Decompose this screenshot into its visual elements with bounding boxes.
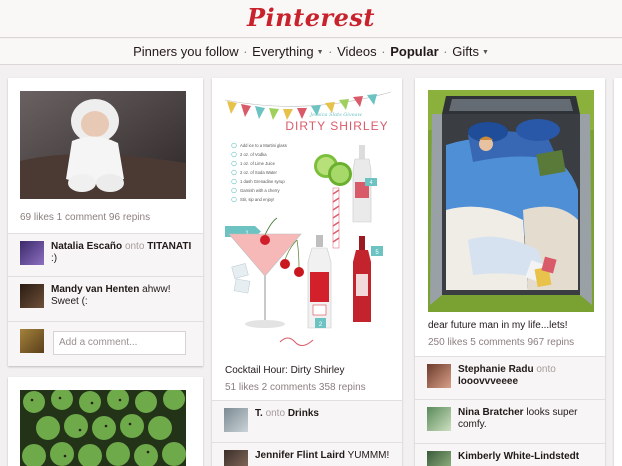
pin-stats: 51 likes 2 comments 358 repins [225,382,366,393]
onto-label: onto [124,241,145,252]
comment-user[interactable]: Kimberly White-Lindstedt [458,451,579,462]
comment-row: Stephanie Radu onto looovvveeee [415,356,605,399]
comment-text: T. onto Drinks [255,408,396,420]
comment-text: Nina Bratcher looks super comfy. [458,407,599,431]
comment-user[interactable]: Nina Bratcher [458,407,524,418]
truck-bed-photo [428,90,594,312]
pin-image-baby[interactable] [20,91,186,199]
avatar[interactable] [20,241,44,265]
pin-image-truck[interactable] [428,90,594,312]
nav-everything[interactable]: Everything ▼ [252,39,323,65]
baby-photo [20,91,186,199]
comment-row: Natalia Escaño onto TITANATI :) [8,233,203,276]
avatar[interactable] [427,451,451,466]
nav-separator: · [243,44,248,59]
comment-text: Mandy van Henten ahww! Sweet (: [51,284,197,308]
comment-user[interactable]: Mandy van Henten [51,284,139,295]
step-number: 4 [370,180,373,186]
comment-user[interactable]: T. [255,408,263,419]
pin-caption: Cocktail Hour: Dirty Shirley [225,365,345,376]
comment-text: Stephanie Radu onto looovvveeee [458,364,599,388]
onto-label: onto [536,364,556,375]
comment-text: Jennifer Flint Laird YUMMM! [255,450,396,462]
nav-videos[interactable]: Videos [337,39,377,64]
pin-image-cupcakes[interactable] [20,390,186,466]
add-comment-input[interactable]: Add a comment... [53,331,186,355]
nav-gifts[interactable]: Gifts ▼ [452,39,489,65]
nav-gifts-label: Gifts [452,44,479,59]
cocktail-recipe-graphic: Jessica Slats Giveaw DIRTY SHIRLEY Add i… [225,91,391,346]
recipe-title: DIRTY SHIRLEY [285,119,388,133]
nav-separator: · [443,44,448,59]
avatar[interactable] [224,450,248,466]
pin-card-truck: dear future man in my life...lets! 250 l… [415,78,605,466]
cupcakes-photo [20,390,186,466]
recipe-subtitle: Jessica Slats Giveaw [309,112,363,118]
comment-body: YUMMM! [347,450,390,461]
comment-board[interactable]: TITANATI [147,241,191,252]
top-header: Pinterest [0,0,622,38]
ingredient: 2 oz. of Soda Water [240,170,277,175]
nav-popular[interactable]: Popular [390,39,438,64]
ingredient: Add ice to a Martini glass [240,143,287,148]
nav-pinners-you-follow[interactable]: Pinners you follow [133,39,239,64]
pin-caption: dear future man in my life...lets! [428,320,568,331]
comment-row: Mandy van Henten ahww! Sweet (: [8,276,203,321]
ingredient: 1 oz. of Lime Juice [240,161,276,166]
comment-text: Kimberly White-Lindstedt [458,451,599,463]
comment-user[interactable]: Stephanie Radu [458,364,534,375]
pin-card-cupcakes [8,377,203,466]
nav-separator: · [381,44,386,59]
pin-image-cocktail[interactable]: Jessica Slats Giveaw DIRTY SHIRLEY Add i… [225,90,391,358]
chevron-down-icon: ▼ [481,49,489,56]
pin-card-partial [614,78,622,466]
ingredient: 2 oz. of Vodka [240,152,267,157]
category-nav: Pinners you follow · Everything ▼ · Video… [0,39,622,65]
pinterest-logo[interactable]: Pinterest [0,3,622,32]
comment-body: :) [51,253,58,264]
comment-user[interactable]: Jennifer Flint Laird [255,450,345,461]
avatar[interactable] [224,408,248,432]
ingredient: Garnish with a cherry [240,188,280,193]
comment-board[interactable]: Drinks [288,408,319,419]
ingredient: Stir, sip and enjoy! [240,197,274,202]
comment-user[interactable]: Natalia Escaño [51,241,122,252]
pin-stats: 69 likes 1 comment 96 repins [20,212,151,223]
nav-separator: · [328,44,333,59]
comment-text: Natalia Escaño onto TITANATI :) [51,241,197,265]
avatar[interactable] [20,284,44,308]
add-comment-row: Add a comment... [8,321,203,366]
nav-everything-label: Everything [252,44,314,59]
avatar[interactable] [427,407,451,431]
avatar[interactable] [427,364,451,388]
avatar [20,329,44,353]
ingredient: 1 dash Grenadine syrup [240,179,285,184]
onto-label: onto [265,408,286,419]
comment-row: Jennifer Flint Laird YUMMM! [212,442,402,466]
comment-row: Nina Bratcher looks super comfy. [415,399,605,443]
chevron-down-icon: ▼ [316,49,324,56]
pin-card-baby: 69 likes 1 comment 96 repins Natalia Esc… [8,78,203,366]
pin-card-cocktail: Jessica Slats Giveaw DIRTY SHIRLEY Add i… [212,78,402,466]
pin-stats: 250 likes 5 comments 967 repins [428,337,575,348]
comment-board[interactable]: looovvveeee [458,376,518,387]
comment-row: Kimberly White-Lindstedt [415,443,605,466]
comment-row: T. onto Drinks [212,400,402,442]
